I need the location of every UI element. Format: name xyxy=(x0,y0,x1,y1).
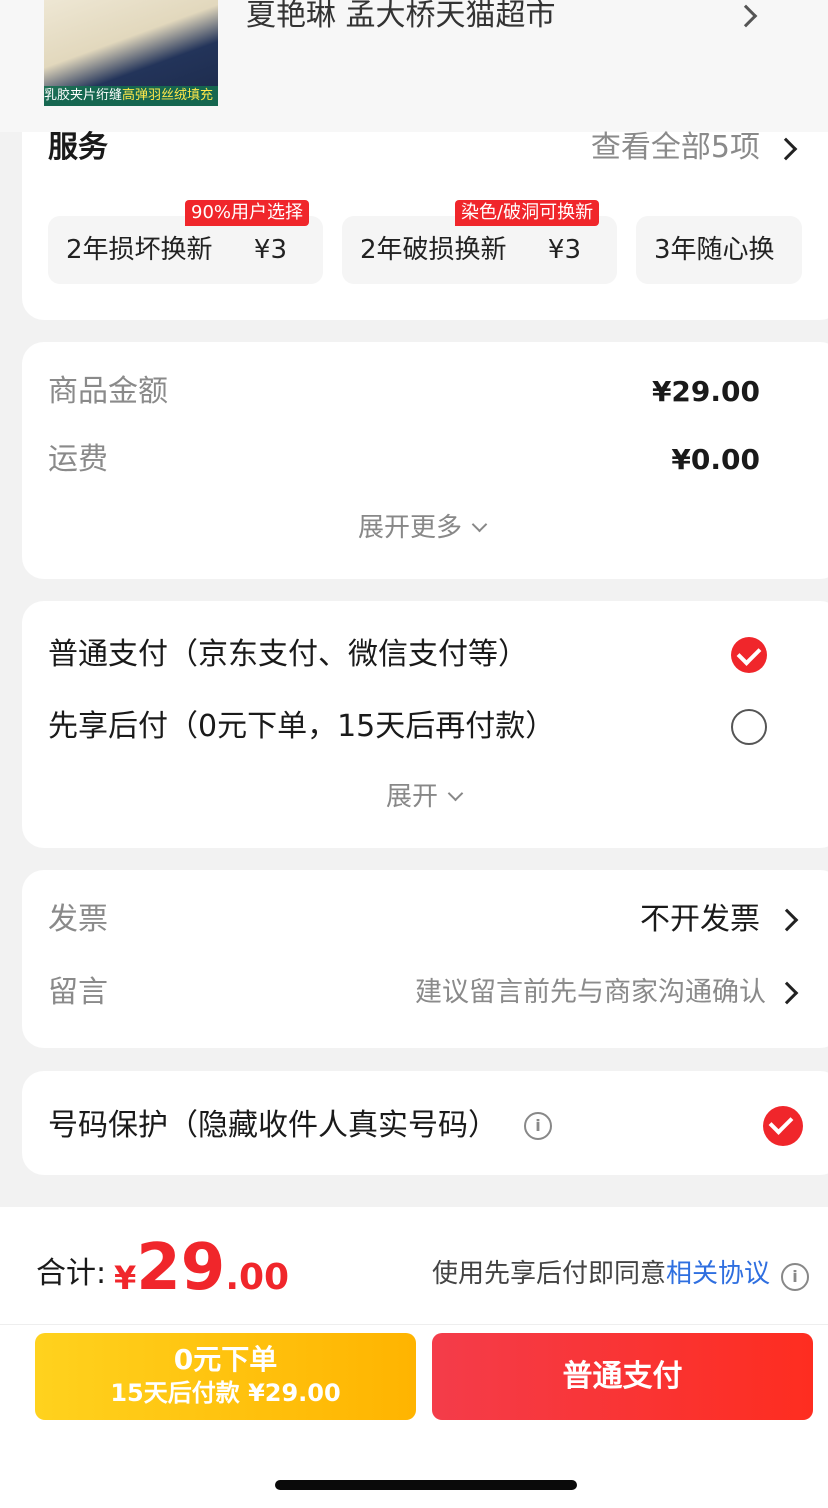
service-name: 3年随心换 xyxy=(654,235,775,265)
agreement-text: 使用先享后付即同意相关协议 xyxy=(432,1256,770,1292)
goods-amount-value: ¥29.00 xyxy=(651,375,760,408)
divider xyxy=(0,1324,828,1325)
total-integer: 29 xyxy=(136,1231,226,1305)
agreement-link[interactable]: 相关协议 xyxy=(666,1259,770,1289)
payment-later-radio[interactable] xyxy=(731,709,767,745)
service-option-damage[interactable]: 2年损坏换新 ¥3 xyxy=(48,216,323,284)
chevron-right-icon xyxy=(734,4,758,28)
payment-later-label[interactable]: 先享后付（0元下单，15天后再付款） xyxy=(48,707,555,747)
product-summary[interactable]: 乳胶夹片绗缝高弹羽丝绒填充 夏艳琳 孟大桥天猫超市 xyxy=(0,0,828,132)
service-option-breakage[interactable]: 2年破损换新 ¥3 xyxy=(342,216,617,284)
chevron-down-icon xyxy=(447,785,464,802)
caption-part2: 高弹羽丝绒填充 xyxy=(122,88,214,103)
service-name: 2年损坏换新 xyxy=(66,235,213,265)
shop-name: 夏艳琳 孟大桥天猫超市 xyxy=(246,0,556,33)
chevron-down-icon xyxy=(471,516,488,533)
service-option-swap[interactable]: 3年随心换 xyxy=(636,216,802,284)
agreement-prefix: 使用先享后付即同意 xyxy=(431,1259,666,1289)
payment-expand-button[interactable]: 展开 xyxy=(386,779,464,815)
memo-input[interactable]: 建议留言前先与商家沟通确认 xyxy=(415,975,766,1011)
service-badge: 90%用户选择 xyxy=(185,200,310,226)
payment-normal-label[interactable]: 普通支付（京东支付、微信支付等） xyxy=(48,635,528,675)
total-amount: ¥29.00 xyxy=(114,1228,289,1308)
shipping-label: 运费 xyxy=(48,442,108,477)
caption-part1: 乳胶夹片绗缝 xyxy=(44,88,123,103)
pay-later-line2: 15天后付款 ¥29.00 xyxy=(110,1379,341,1407)
invoice-value[interactable]: 不开发票 xyxy=(640,900,760,940)
total-label: 合计: xyxy=(36,1256,107,1291)
info-icon[interactable]: i xyxy=(781,1263,809,1291)
invoice-card xyxy=(22,870,828,1048)
home-indicator xyxy=(275,1480,577,1490)
payment-normal-radio[interactable] xyxy=(731,637,767,673)
payment-expand-label: 展开 xyxy=(386,782,439,812)
service-badge: 染色/破洞可换新 xyxy=(455,200,600,226)
normal-pay-button[interactable]: 普通支付 xyxy=(432,1333,813,1420)
product-image-caption: 乳胶夹片绗缝高弹羽丝绒填充 xyxy=(44,86,218,106)
shipping-value: ¥0.00 xyxy=(671,443,760,476)
expand-more-label: 展开更多 xyxy=(358,513,463,543)
number-protection-toggle[interactable] xyxy=(763,1106,803,1146)
service-name: 2年破损换新 xyxy=(360,235,507,265)
goods-amount-label: 商品金额 xyxy=(48,374,168,409)
total-currency: ¥ xyxy=(114,1259,137,1297)
normal-pay-label: 普通支付 xyxy=(562,1359,683,1394)
pay-later-button[interactable]: 0元下单 15天后付款 ¥29.00 xyxy=(35,1333,416,1420)
info-icon[interactable]: i xyxy=(524,1112,552,1140)
pay-later-line1: 0元下单 xyxy=(173,1343,278,1376)
invoice-label: 发票 xyxy=(48,902,108,937)
expand-more-button[interactable]: 展开更多 xyxy=(358,510,488,546)
number-protection-label: 号码保护（隐藏收件人真实号码） xyxy=(48,1108,498,1143)
memo-label: 留言 xyxy=(48,975,108,1010)
services-view-all[interactable]: 查看全部5项 xyxy=(591,128,760,168)
service-price: ¥3 xyxy=(253,235,287,265)
service-price: ¥3 xyxy=(547,235,581,265)
product-thumbnail[interactable]: 乳胶夹片绗缝高弹羽丝绒填充 xyxy=(44,0,218,106)
total-decimal: .00 xyxy=(225,1257,290,1298)
services-title: 服务 xyxy=(48,130,108,165)
